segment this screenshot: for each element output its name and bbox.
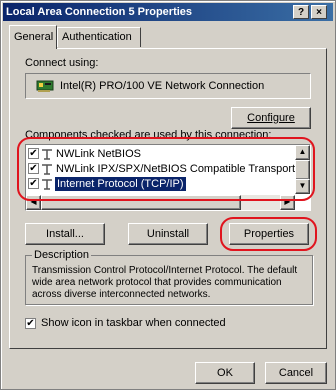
scroll-right-icon[interactable]: ▶ — [280, 195, 295, 210]
configure-label: Configure — [247, 112, 295, 124]
network-protocol-icon — [42, 179, 52, 190]
configure-button[interactable]: Configure — [231, 107, 311, 129]
description-legend: Description — [32, 249, 92, 261]
window-title: Local Area Connection 5 Properties — [6, 6, 193, 18]
properties-dialog: Local Area Connection 5 Properties ? × G… — [0, 0, 336, 390]
description-text: Transmission Control Protocol/Internet P… — [32, 265, 298, 300]
description-group: Description Transmission Control Protoco… — [25, 249, 313, 305]
scroll-thumb-horizontal[interactable] — [41, 195, 241, 210]
network-card-icon — [36, 80, 54, 92]
network-protocol-icon — [42, 149, 52, 160]
component-checkbox[interactable]: ✔ — [28, 163, 39, 174]
vertical-scrollbar[interactable]: ▲ ▼ — [295, 145, 310, 194]
properties-button[interactable]: Properties — [229, 223, 309, 245]
adapter-box: Intel(R) PRO/100 VE Network Connection — [25, 73, 311, 99]
show-icon-checkbox[interactable]: ✔ — [25, 318, 36, 329]
scroll-up-icon[interactable]: ▲ — [295, 145, 310, 160]
title-bar: Local Area Connection 5 Properties ? × — [3, 3, 333, 21]
tab-general[interactable]: General — [9, 25, 57, 49]
scroll-thumb[interactable] — [295, 160, 310, 180]
component-checkbox[interactable]: ✔ — [28, 148, 39, 159]
adapter-name: Intel(R) PRO/100 VE Network Connection — [60, 80, 265, 92]
help-icon[interactable]: ? — [293, 5, 309, 19]
connect-using-label: Connect using: — [25, 57, 99, 69]
component-checkbox[interactable]: ✔ — [28, 178, 39, 189]
install-button[interactable]: Install... — [25, 223, 105, 245]
scroll-down-icon[interactable]: ▼ — [295, 179, 310, 194]
tab-authentication[interactable]: Authentication — [57, 27, 141, 47]
network-protocol-icon — [42, 164, 52, 175]
ok-button[interactable]: OK — [195, 362, 255, 384]
cancel-button[interactable]: Cancel — [265, 362, 327, 384]
show-icon-label: Show icon in taskbar when connected — [41, 317, 226, 329]
uninstall-button[interactable]: Uninstall — [128, 223, 208, 245]
scroll-left-icon[interactable]: ◀ — [26, 195, 41, 210]
component-label: NWLink NetBIOS — [56, 148, 141, 160]
horizontal-scrollbar[interactable]: ◀ ▶ — [26, 195, 295, 210]
component-label: NWLink IPX/SPX/NetBIOS Compatible Transp… — [56, 163, 311, 175]
component-label: Internet Protocol (TCP/IP) — [55, 177, 186, 191]
close-icon[interactable]: × — [311, 5, 327, 19]
components-list[interactable]: ✔ NWLink NetBIOS ✔ NWLink IPX/SPX/NetBIO… — [25, 144, 311, 211]
components-label: Components checked are used by this conn… — [25, 129, 272, 141]
